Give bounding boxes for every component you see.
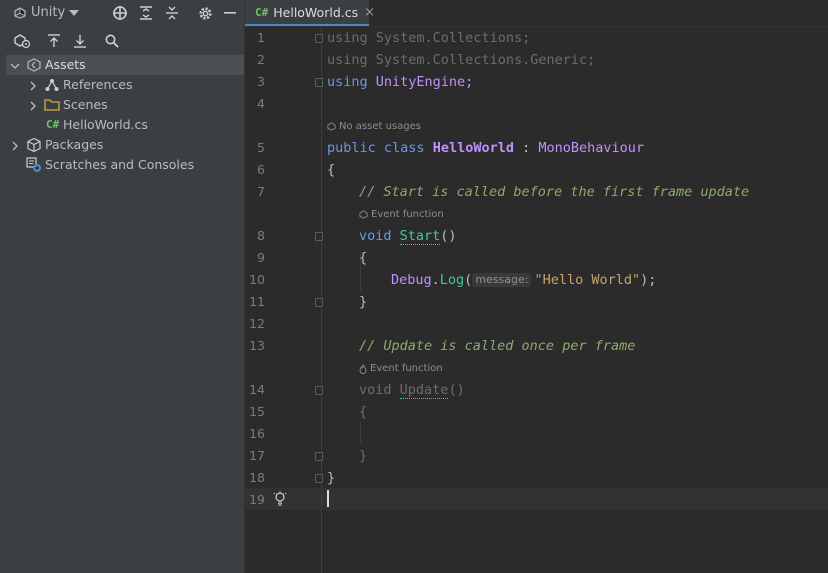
current-line-highlight — [245, 488, 828, 510]
editor-tab-bar: C# HelloWorld.cs × — [244, 0, 828, 27]
unity-assets-icon — [26, 57, 42, 73]
line-number: 19 — [249, 492, 265, 507]
line-number: 6 — [257, 162, 265, 177]
fold-marker[interactable] — [315, 474, 323, 483]
line-number: 14 — [249, 382, 265, 397]
minimize-panel-icon[interactable] — [220, 3, 240, 23]
indent-guide — [360, 422, 361, 444]
tree-item-label: Packages — [45, 137, 104, 152]
line-number: 4 — [257, 96, 265, 111]
chevron-right-icon[interactable] — [10, 139, 20, 151]
fold-marker[interactable] — [315, 452, 323, 461]
fold-marker[interactable] — [315, 78, 323, 87]
tree-item-label: Scenes — [63, 97, 108, 112]
tree-item-scenes[interactable]: Scenes — [6, 95, 244, 115]
tab-helloworld-cs[interactable]: C# HelloWorld.cs × — [245, 0, 375, 26]
line-number: 11 — [249, 294, 265, 309]
code-vision-hint[interactable]: Event function — [359, 363, 443, 374]
explorer-header: Unity — [6, 0, 244, 26]
line-number: 17 — [249, 448, 265, 463]
code-line-1: using System.Collections; — [327, 30, 531, 46]
code-line-6: { — [327, 162, 336, 178]
tree-item-helloworld-cs[interactable]: C# HelloWorld.cs — [6, 115, 244, 135]
line-number: 15 — [249, 404, 265, 419]
code-line-17: } — [359, 448, 368, 464]
code-line-7: // Start is called before the first fram… — [359, 184, 750, 200]
folder-icon — [44, 97, 60, 113]
chevron-down-icon[interactable] — [64, 3, 84, 23]
unity-logo-icon — [10, 3, 30, 23]
code-line-5: public class HelloWorld : MonoBehaviour — [327, 140, 645, 156]
chevron-down-icon[interactable] — [10, 59, 20, 71]
code-line-18: } — [327, 470, 336, 486]
line-number: 7 — [257, 184, 265, 199]
tree-item-assets[interactable]: Assets — [6, 55, 244, 75]
fold-marker[interactable] — [315, 298, 323, 307]
scratches-icon — [26, 157, 42, 173]
fold-marker[interactable] — [315, 232, 323, 241]
code-line-2: using System.Collections.Generic; — [327, 52, 596, 68]
event-function-icon — [359, 210, 368, 219]
line-number: 13 — [249, 338, 265, 353]
code-vision-hint[interactable]: Event function — [359, 209, 444, 220]
line-number: 16 — [249, 426, 265, 441]
parameter-name-hint: message: — [472, 273, 532, 287]
locate-file-icon[interactable] — [110, 3, 130, 23]
flame-icon — [359, 363, 367, 374]
text-caret — [327, 490, 329, 507]
code-line-10: Debug.Log(message: "Hello World"); — [391, 272, 657, 288]
code-line-11: } — [359, 294, 368, 310]
search-icon[interactable] — [102, 31, 122, 51]
line-number: 18 — [249, 470, 265, 485]
line-number: 9 — [257, 250, 265, 265]
references-icon — [44, 77, 60, 93]
gear-icon[interactable] — [195, 3, 215, 23]
collapse-all-icon[interactable] — [162, 3, 182, 23]
project-selector[interactable]: Unity — [31, 5, 65, 20]
fold-marker[interactable] — [315, 386, 323, 395]
code-line-3: using UnityEngine; — [327, 74, 474, 90]
explorer-toolbar — [6, 28, 244, 54]
close-icon[interactable]: × — [364, 5, 375, 20]
tree-item-label: HelloWorld.cs — [63, 117, 148, 132]
code-line-9: { — [359, 250, 368, 266]
line-number: 8 — [257, 228, 265, 243]
line-number: 1 — [257, 30, 265, 45]
lightbulb-icon[interactable] — [273, 491, 287, 511]
expand-all-icon[interactable] — [136, 3, 156, 23]
push-down-icon[interactable] — [70, 31, 90, 51]
show-files-icon[interactable] — [12, 31, 32, 51]
line-number: 12 — [249, 316, 265, 331]
line-number: 2 — [257, 52, 265, 67]
fold-marker[interactable] — [315, 34, 323, 43]
line-number: 5 — [257, 140, 265, 155]
code-vision-hint[interactable]: No asset usages — [327, 121, 421, 132]
solution-explorer: Unity Assets References Scenes C# HelloW… — [6, 0, 244, 573]
usages-icon — [327, 122, 336, 131]
code-editor[interactable]: 1 2 3 4 5 6 7 8 9 10 11 12 13 14 15 16 1… — [244, 27, 828, 573]
tree-item-scratches-and-consoles[interactable]: Scratches and Consoles — [6, 155, 244, 175]
tree-item-label: Scratches and Consoles — [45, 157, 195, 172]
csharp-file-icon: C# — [255, 5, 269, 19]
code-line-14: void Update() — [359, 382, 465, 399]
code-line-8: void Start() — [359, 228, 457, 245]
tab-label: HelloWorld.cs — [273, 4, 359, 20]
code-line-15: { — [359, 404, 368, 420]
line-number: 3 — [257, 74, 265, 89]
tree-item-label: Assets — [45, 57, 86, 72]
chevron-right-icon[interactable] — [28, 99, 38, 111]
push-up-icon[interactable] — [44, 31, 64, 51]
package-icon — [26, 137, 42, 153]
csharp-file-icon: C# — [46, 118, 60, 131]
tree-item-packages[interactable]: Packages — [6, 135, 244, 155]
line-number: 10 — [249, 272, 265, 287]
tree-item-label: References — [63, 77, 133, 92]
tree-item-references[interactable]: References — [6, 75, 244, 95]
code-line-13: // Update is called once per frame — [359, 338, 636, 354]
chevron-right-icon[interactable] — [28, 79, 38, 91]
